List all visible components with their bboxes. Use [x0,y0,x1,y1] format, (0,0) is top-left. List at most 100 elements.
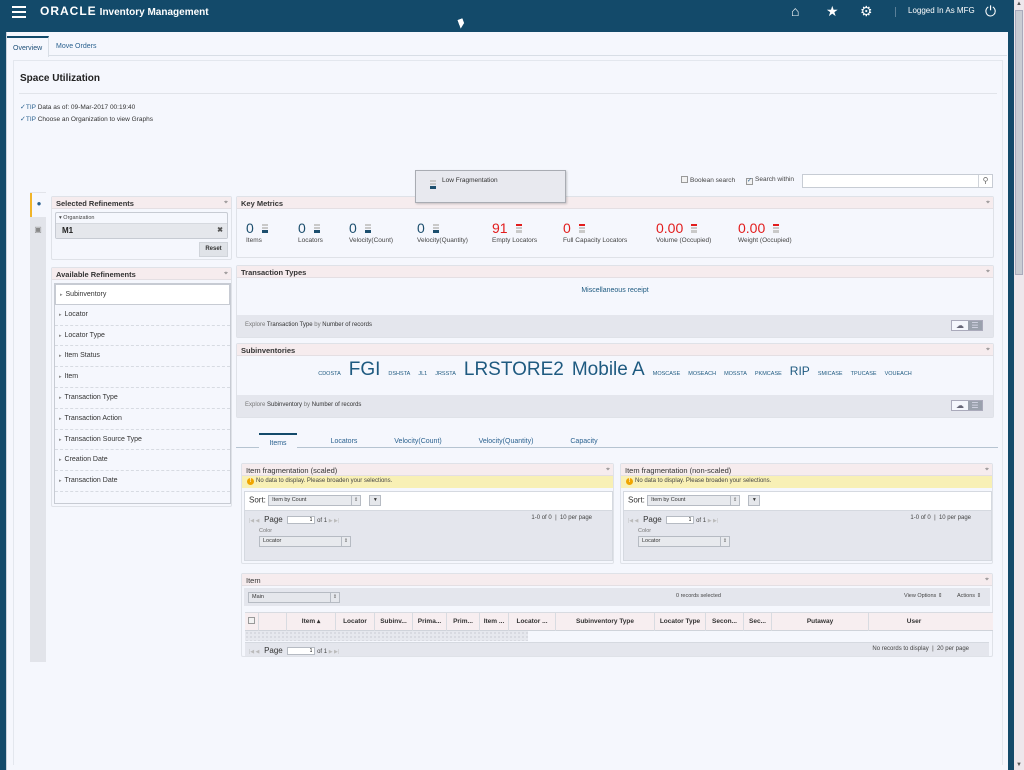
tag-cloud-view-icon[interactable]: ☁ [952,321,968,330]
column-secondary-2[interactable]: Sec... [744,613,772,631]
maximize-icon[interactable]: ⌖ [986,268,990,276]
column-locator[interactable]: Locator [336,613,375,631]
menu-icon[interactable] [12,6,26,18]
gear-icon[interactable]: ⚙ [860,3,873,19]
metric-empty-locators[interactable]: 91 Empty Locators [492,221,537,244]
tag-miscellaneous-receipt[interactable]: Miscellaneous receipt [581,287,648,294]
scroll-up-icon[interactable]: ▲ [1016,1,1022,7]
list-view-icon[interactable]: ☰ [968,401,982,410]
search-within-checkbox[interactable]: ✓ [746,178,753,185]
boolean-search-checkbox[interactable] [681,176,688,183]
refinements-tab-icon[interactable]: ● [30,193,46,217]
last-page-icon[interactable]: ▶ ▶| [329,649,339,655]
metric-volume-occupied[interactable]: 0.00 Volume (Occupied) [656,221,711,244]
tag-cloud-view-icon[interactable]: ☁ [952,401,968,410]
first-page-icon[interactable]: |◀ ◀ [249,649,259,655]
bookmark-tab-icon[interactable]: ▣ [30,219,46,243]
column-subinventory-type[interactable]: Subinventory Type [556,613,655,631]
column-locator-type[interactable]: Locator Type [655,613,706,631]
scroll-down-icon[interactable]: ▼ [1016,762,1022,768]
column-putaway[interactable]: Putaway [772,613,869,631]
first-page-icon[interactable]: |◀ ◀ [249,518,259,524]
page-input[interactable] [666,516,695,525]
remove-refinement-icon[interactable]: ✖ [217,226,223,234]
tab-overview[interactable]: Overview [7,36,50,57]
column-user[interactable]: User [869,613,959,631]
metric-velocity-quantity[interactable]: 0 Velocity(Quantity) [417,221,468,244]
explore-measure[interactable]: Number of records [322,322,372,328]
power-icon[interactable]: ⏻ [985,3,996,19]
metric-full-capacity-locators[interactable]: 0 Full Capacity Locators [563,221,627,244]
maximize-icon[interactable]: ⌖ [985,576,989,584]
list-view-icon[interactable]: ☰ [968,321,982,330]
scrollbar-thumb[interactable] [1015,10,1023,275]
tag-rip[interactable]: RIP [790,364,810,378]
first-page-icon[interactable]: |◀ ◀ [628,518,638,524]
tag-moseach[interactable]: MOSEACH [688,371,716,377]
page-input[interactable] [287,516,316,525]
view-select[interactable]: Main ⇕ [248,592,340,603]
metric-locators[interactable]: 0 Locators [298,221,323,244]
tag-mossta[interactable]: MOSSTA [724,371,747,377]
column-subinventory[interactable]: Subinv... [375,613,413,631]
tag-moscase[interactable]: MOSCASE [653,371,681,377]
refinement-transaction-date[interactable]: ▸ Transaction Date [55,471,230,492]
maximize-icon[interactable]: ⌖ [986,199,990,207]
tag-tpucase[interactable]: TPUCASE [851,371,877,377]
explore-attribute[interactable]: Transaction Type [267,322,313,328]
maximize-icon[interactable]: ⌖ [224,270,228,278]
view-toggle[interactable]: ☁ ☰ [951,320,983,331]
subtab-capacity[interactable]: Capacity [564,433,604,448]
column-item-2[interactable]: Item ... [480,613,509,631]
tag-fgi[interactable]: FGI [349,359,381,380]
refinement-transaction-action[interactable]: ▸ Transaction Action [55,409,230,430]
explore-measure[interactable]: Number of records [312,402,362,408]
view-toggle[interactable]: ☁ ☰ [951,400,983,411]
color-select[interactable]: Locator ⇕ [638,536,730,547]
column-locator-2[interactable]: Locator ... [509,613,556,631]
page-scrollbar[interactable]: ▲ ▼ [1014,0,1024,770]
column-item[interactable]: Item ▴ [287,613,336,631]
tag-voueach[interactable]: VOUEACH [885,371,912,377]
metric-items[interactable]: 0 Items [246,221,268,244]
subtab-velocity-quantity[interactable]: Velocity(Quantity) [472,433,540,448]
last-page-icon[interactable]: ▶ ▶| [708,518,718,524]
subtab-locators[interactable]: Locators [324,433,364,448]
maximize-icon[interactable]: ⌖ [606,466,610,474]
select-all-checkbox[interactable] [245,613,259,631]
maximize-icon[interactable]: ⌖ [224,199,228,207]
logged-in-user[interactable]: Logged In As MFG [908,6,975,15]
explore-attribute[interactable]: Subinventory [267,402,302,408]
column-primary-1[interactable]: Prima... [413,613,447,631]
star-icon[interactable]: ★ [826,3,839,19]
metric-weight-occupied[interactable]: 0.00 Weight (Occupied) [738,221,792,244]
search-within[interactable]: ✓ Search within [746,176,794,185]
refinement-item[interactable]: ▸ Item [55,367,230,388]
color-select[interactable]: Locator ⇕ [259,536,351,547]
boolean-search[interactable]: Boolean search [681,176,735,184]
refinement-transaction-type[interactable]: ▸ Transaction Type [55,388,230,409]
refinement-subinventory[interactable]: ▸ Subinventory [55,284,230,305]
refinement-item-status[interactable]: ▸ Item Status [55,346,230,368]
column-secondary-1[interactable]: Secon... [706,613,744,631]
subtab-items[interactable]: Items [259,433,297,449]
tag-lrstore2[interactable]: LRSTORE2 [464,359,564,380]
tab-move-orders[interactable]: Move Orders [50,36,102,56]
tag-dshsta[interactable]: DSHSTA [388,371,410,377]
sort-select[interactable]: Item by Count ⇕ [647,495,741,506]
page-input[interactable] [287,647,316,656]
refinement-creation-date[interactable]: ▸ Creation Date [55,450,230,472]
sort-direction-button[interactable]: ▼ [748,495,761,506]
view-options-menu[interactable]: View Options ⇕ [904,593,942,599]
home-icon[interactable]: ⌂ [791,3,799,19]
tag-cdosta[interactable]: CDOSTA [318,371,341,377]
tag-jrssta[interactable]: JRSSTA [435,371,456,377]
subtab-velocity-count[interactable]: Velocity(Count) [389,433,447,448]
search-icon[interactable]: ⚲ [978,175,992,187]
tag-pkmcase[interactable]: PKMCASE [755,371,782,377]
actions-menu[interactable]: Actions ⇕ [957,593,981,599]
column-primary-2[interactable]: Prim... [447,613,480,631]
tag-smicase[interactable]: SMICASE [818,371,843,377]
refinement-locator-type[interactable]: ▸ Locator Type [55,326,230,347]
refinement-transaction-source-type[interactable]: ▸ Transaction Source Type [55,430,230,451]
